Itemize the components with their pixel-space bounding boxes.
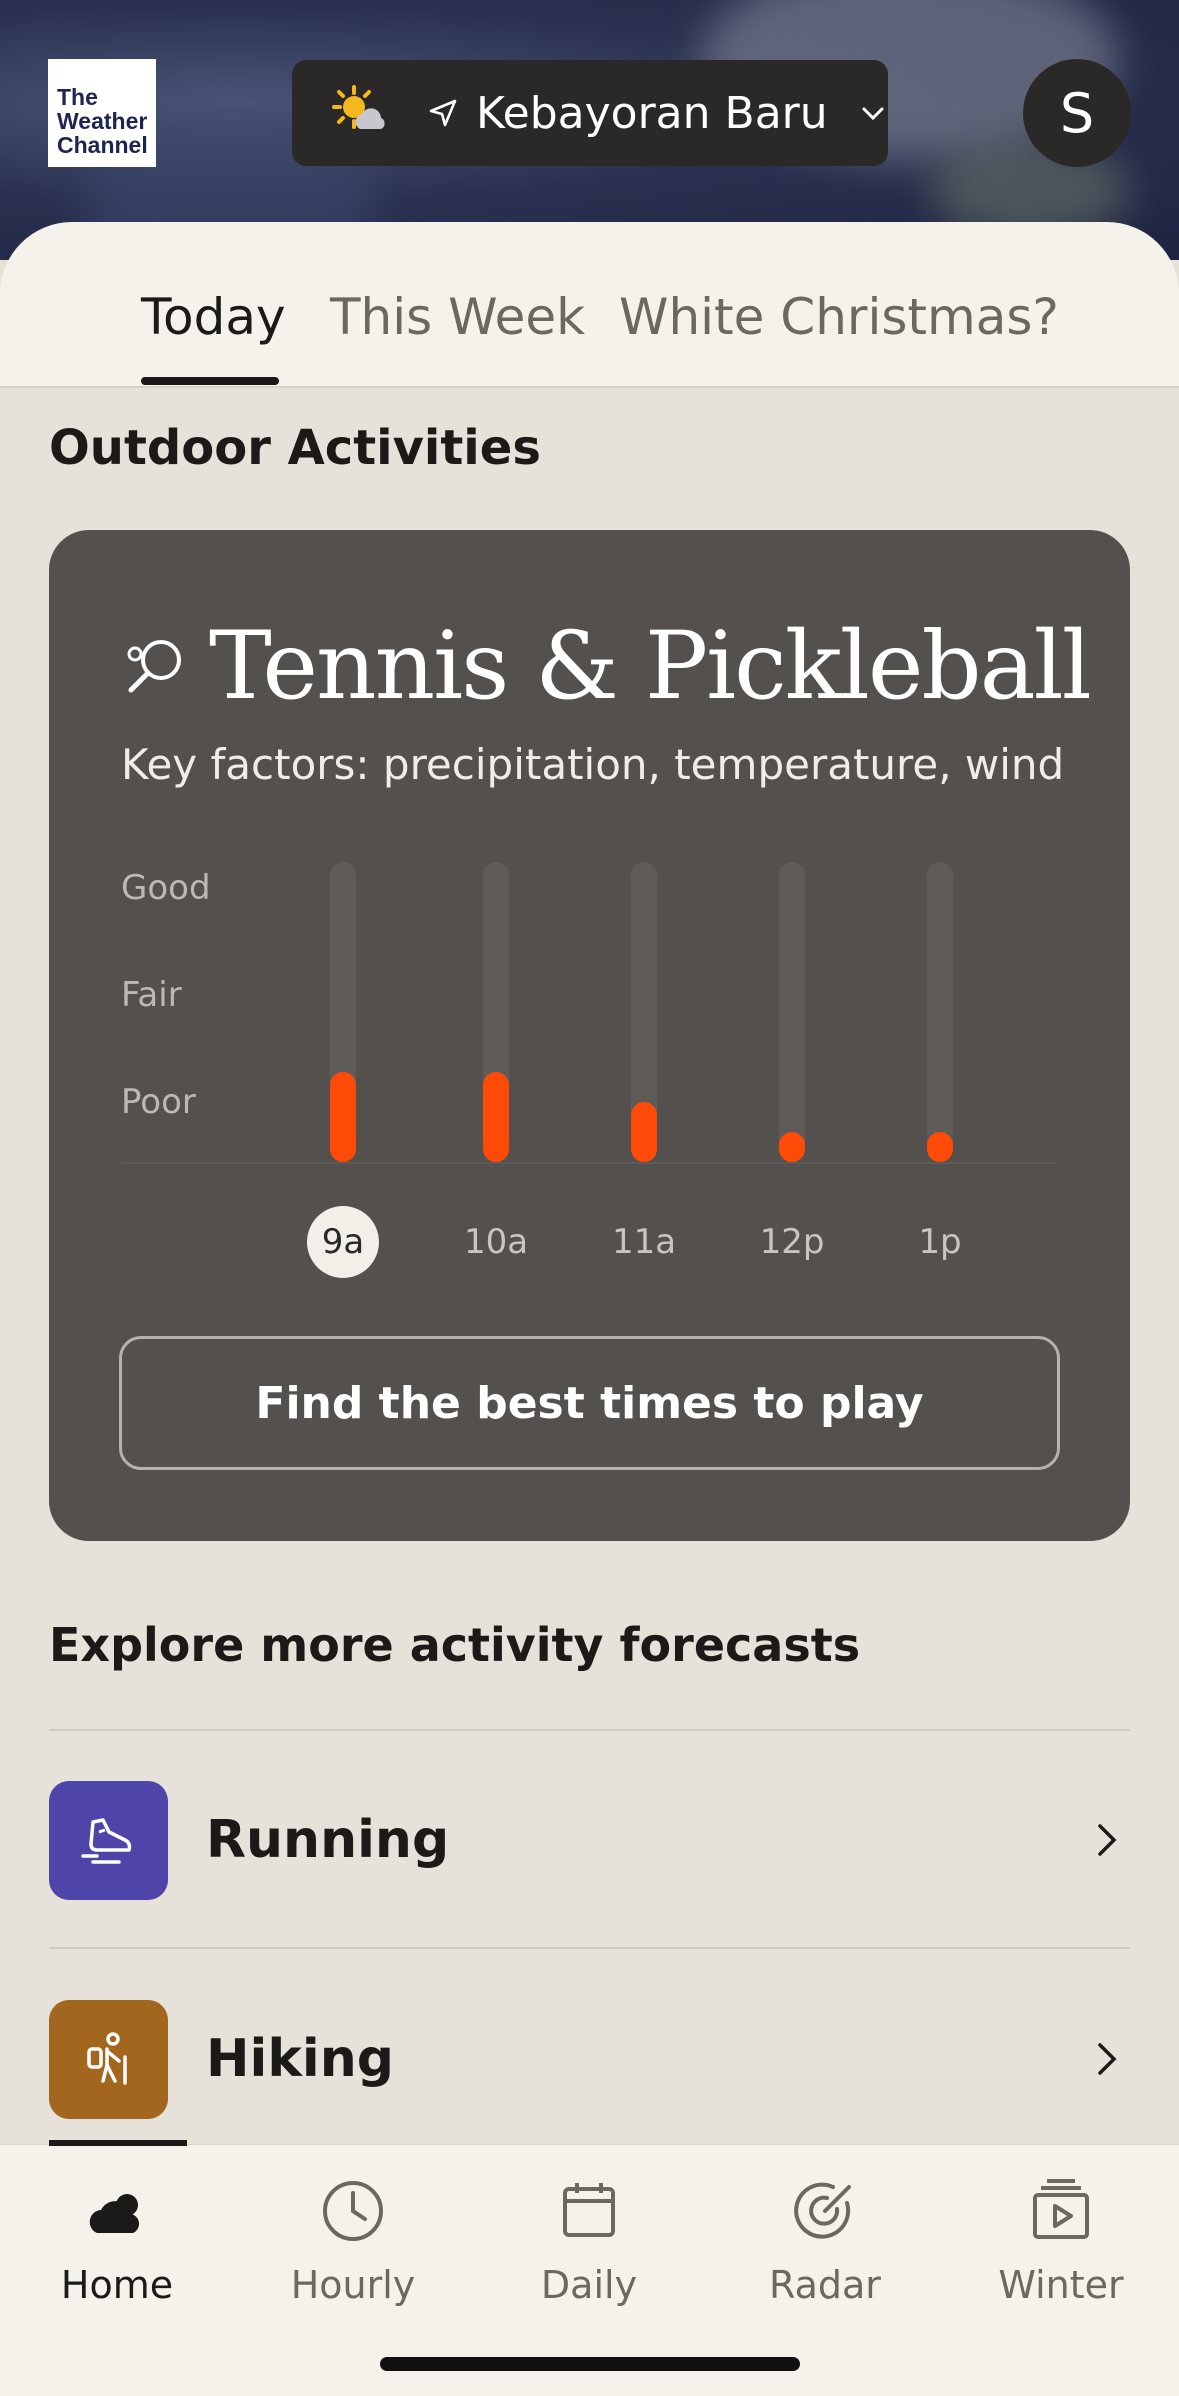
racket-icon xyxy=(127,639,181,692)
bar-track-11a xyxy=(631,862,657,1162)
bar-track-10a xyxy=(483,862,509,1162)
bar-fill-9a xyxy=(330,1072,356,1162)
nav-radar[interactable]: Radar xyxy=(725,2175,925,2307)
hour-label-9a[interactable]: 9a xyxy=(307,1206,379,1278)
nav-daily[interactable]: Daily xyxy=(489,2175,689,2307)
running-shoe-icon xyxy=(49,1780,168,1900)
hour-label-1p[interactable]: 1p xyxy=(904,1206,976,1278)
radar-icon xyxy=(794,2182,851,2239)
nav-home[interactable]: Home xyxy=(17,2175,217,2307)
scale-label-poor: Poor xyxy=(121,1082,196,1122)
bar-track-9a xyxy=(330,862,356,1162)
explore-heading: Explore more activity forecasts xyxy=(49,1618,861,1672)
nav-winter[interactable]: Winter xyxy=(961,2175,1161,2307)
list-item-hiking[interactable]: Hiking xyxy=(49,1950,1130,2168)
card-subtitle: Key factors: precipitation, temperature,… xyxy=(121,740,1065,789)
nav-active-indicator xyxy=(49,2140,187,2146)
tab-bar: Today This Week White Christmas? xyxy=(0,222,1179,388)
divider xyxy=(49,1947,1130,1949)
hour-label-11a[interactable]: 11a xyxy=(608,1206,680,1278)
active-tab-indicator xyxy=(141,377,279,385)
chart-baseline xyxy=(121,1162,1058,1164)
bar-track-1p xyxy=(927,862,953,1162)
chevron-down-icon xyxy=(862,107,884,121)
find-best-times-button[interactable]: Find the best times to play xyxy=(119,1336,1060,1470)
hiker-icon xyxy=(49,1999,168,2119)
scale-label-fair: Fair xyxy=(121,975,182,1015)
clock-icon xyxy=(323,2181,383,2241)
weather-channel-logo[interactable]: The Weather Channel xyxy=(48,59,156,167)
bar-fill-10a xyxy=(483,1072,509,1162)
calendar-icon xyxy=(563,2183,615,2237)
tab-this-week[interactable]: This Week xyxy=(330,288,585,346)
location-arrow-icon xyxy=(429,99,457,127)
tab-white-christmas[interactable]: White Christmas? xyxy=(619,288,1059,346)
nav-hourly[interactable]: Hourly xyxy=(253,2175,453,2307)
hour-label-10a[interactable]: 10a xyxy=(460,1206,532,1278)
location-name: Kebayoran Baru xyxy=(476,87,828,139)
list-item-running[interactable]: Running xyxy=(49,1731,1130,1949)
chevron-right-icon xyxy=(1098,2043,1117,2075)
bar-track-12p xyxy=(779,862,805,1162)
hiking-label: Hiking xyxy=(206,2029,394,2089)
location-selector[interactable]: Kebayoran Baru xyxy=(292,60,888,166)
card-title: Tennis & Pickleball xyxy=(209,612,1092,721)
bar-fill-12p xyxy=(779,1132,805,1162)
video-icon xyxy=(1033,2179,1089,2239)
home-indicator xyxy=(380,2357,800,2371)
running-label: Running xyxy=(206,1810,450,1870)
avatar[interactable]: S xyxy=(1023,59,1131,167)
tab-today[interactable]: Today xyxy=(141,288,286,346)
bar-fill-1p xyxy=(927,1132,953,1162)
tennis-pickleball-card[interactable]: Tennis & Pickleball Key factors: precipi… xyxy=(49,530,1130,1541)
cloud-icon xyxy=(89,2194,140,2233)
scale-label-good: Good xyxy=(121,868,211,908)
chevron-right-icon xyxy=(1098,1824,1117,1856)
bar-fill-11a xyxy=(631,1102,657,1162)
partly-cloudy-sun-icon xyxy=(332,85,385,129)
hour-label-12p[interactable]: 12p xyxy=(756,1206,828,1278)
outdoor-activities-heading: Outdoor Activities xyxy=(49,420,541,476)
